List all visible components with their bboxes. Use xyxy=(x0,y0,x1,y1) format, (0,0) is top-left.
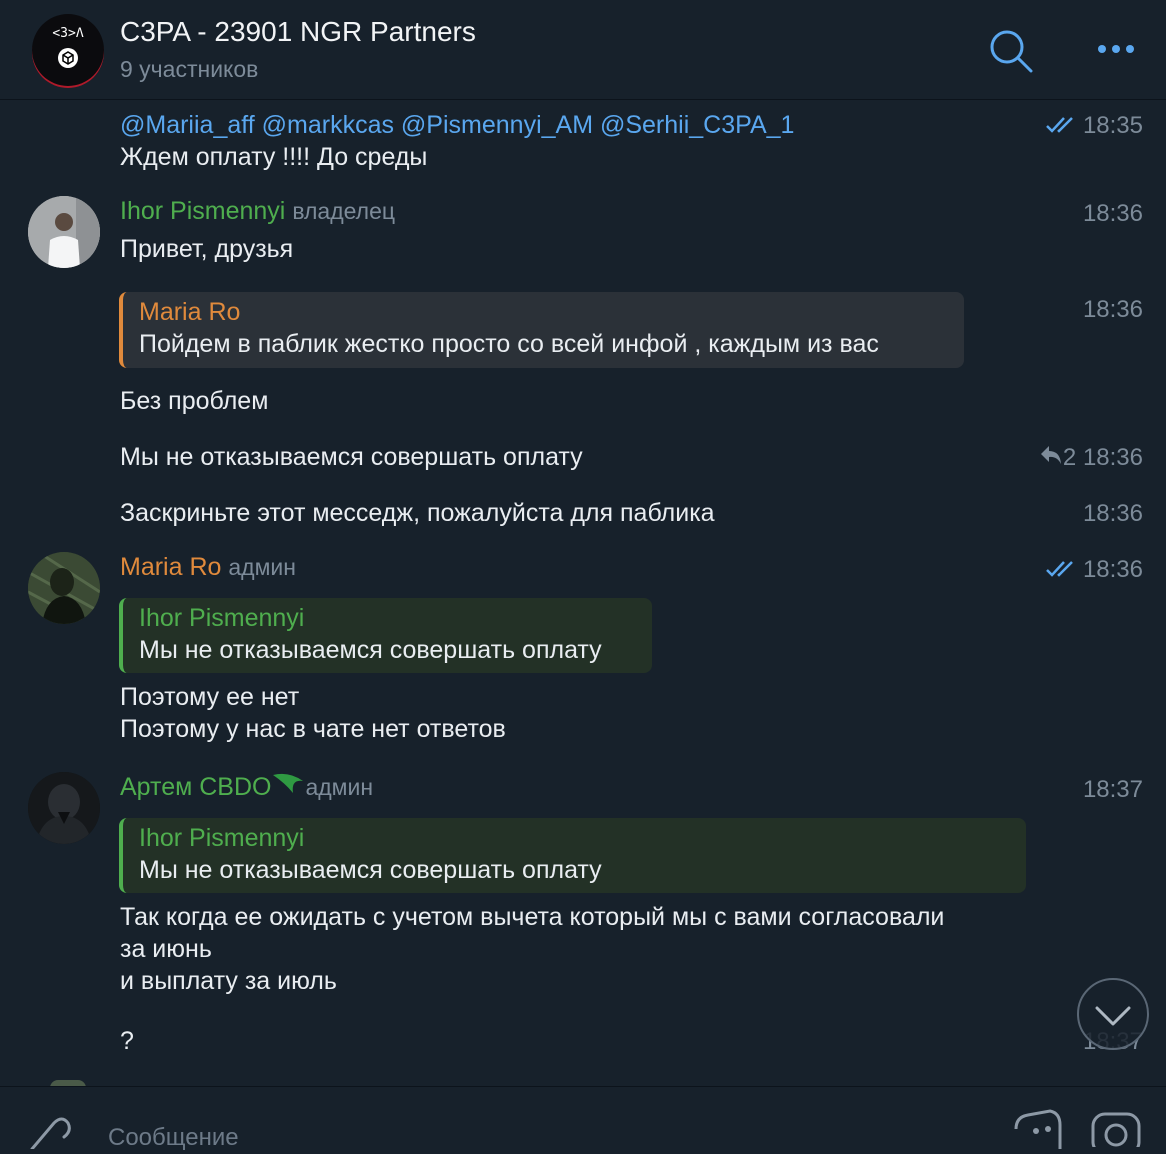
message-time: 18:36 xyxy=(1082,500,1143,527)
scroll-down-button[interactable] xyxy=(1077,978,1149,1050)
message-time: 18:36 xyxy=(1082,296,1143,323)
message-text: Привет, друзья xyxy=(120,235,294,263)
chat-avatar[interactable]: <3>Λ xyxy=(32,14,104,86)
feather-emoji-icon xyxy=(271,771,305,802)
message-text: Без проблем xyxy=(120,387,269,415)
message-time: 2 18:36 xyxy=(1039,444,1143,473)
camera-icon[interactable] xyxy=(1090,1111,1142,1154)
read-checks-icon xyxy=(1045,557,1077,585)
mentions-text[interactable]: @Mariia_aff @markkcas @Pismennyi_AM @Ser… xyxy=(120,111,794,139)
reply-author: Ihor Pismennyi xyxy=(139,604,305,632)
reply-text: Пойдем в паблик жестко просто со всей ин… xyxy=(139,330,879,358)
replies-count[interactable]: 2 xyxy=(1063,444,1076,471)
role-badge: админ xyxy=(228,554,296,580)
time-label: 18:36 xyxy=(1082,556,1143,583)
author-name[interactable]: Ihor Pismennyi владелец xyxy=(120,197,395,226)
logo-text: <3>Λ xyxy=(52,26,84,41)
role-badge: владелец xyxy=(292,198,396,224)
author-label[interactable]: Артем CBDO xyxy=(120,773,271,801)
logo-cube-icon xyxy=(58,48,78,68)
author-name[interactable]: Артем CBDO админ xyxy=(120,773,373,802)
message-input[interactable]: Сообщение xyxy=(108,1124,239,1152)
members-count: 9 участников xyxy=(120,56,259,82)
message-text: за июнь xyxy=(120,935,212,963)
reply-quote[interactable]: Ihor Pismennyi Мы не отказываемся соверш… xyxy=(119,598,652,673)
message-text: ? xyxy=(120,1027,134,1055)
avatar[interactable] xyxy=(28,772,100,844)
message-text: и выплату за июль xyxy=(120,967,337,995)
message-time: 18:36 xyxy=(1045,556,1143,585)
reply-text: Мы не отказываемся совершать оплату xyxy=(139,856,602,884)
message-time: 18:35 xyxy=(1045,112,1143,141)
attach-icon[interactable] xyxy=(24,1109,72,1154)
time-label: 18:35 xyxy=(1082,112,1143,139)
sticker-icon[interactable] xyxy=(1010,1109,1062,1154)
reply-quote[interactable]: Ihor Pismennyi Мы не отказываемся соверш… xyxy=(119,818,1026,893)
message-text: Поэтому у нас в чате нет ответов xyxy=(120,715,506,743)
reply-author: Maria Ro xyxy=(139,298,241,326)
message-text: Мы не отказываемся совершать оплату xyxy=(120,443,583,471)
message-mentions[interactable]: @Mariia_aff @markkcas @Pismennyi_AM @Ser… xyxy=(120,109,794,141)
role-badge: админ xyxy=(305,774,374,800)
message-text: Заскриньте этот месседж, пожалуйста для … xyxy=(120,499,715,527)
reply-text: Мы не отказываемся совершать оплату xyxy=(139,636,602,664)
chevron-down-icon xyxy=(1095,1006,1131,1026)
avatar[interactable] xyxy=(28,552,100,624)
reply-author: Ihor Pismennyi xyxy=(139,824,305,852)
author-label[interactable]: Maria Ro xyxy=(120,553,221,581)
author-label[interactable]: Ihor Pismennyi xyxy=(120,197,285,225)
author-name[interactable]: Maria Ro админ xyxy=(120,553,296,582)
message-text: Поэтому ее нет xyxy=(120,683,300,711)
search-icon[interactable] xyxy=(988,28,1034,79)
message-time: 18:36 xyxy=(1082,200,1143,227)
chat-title[interactable]: C3PA - 23901 NGR Partners xyxy=(120,16,476,48)
avatar[interactable] xyxy=(28,196,100,268)
time-label: 18:36 xyxy=(1082,444,1143,471)
message-text: Так когда ее ожидать с учетом вычета кот… xyxy=(120,903,945,931)
message-text: Ждем оплату !!!! До среды xyxy=(120,143,428,171)
chat-header: <3>Λ C3PA - 23901 NGR Partners 9 участни… xyxy=(0,0,1166,100)
more-options-icon[interactable] xyxy=(1096,42,1136,61)
message-time: 18:37 xyxy=(1082,776,1143,803)
read-checks-icon xyxy=(1045,113,1077,141)
reply-quote[interactable]: Maria Ro Пойдем в паблик жестко просто с… xyxy=(119,292,964,368)
reply-arrow-icon[interactable] xyxy=(1039,444,1063,473)
